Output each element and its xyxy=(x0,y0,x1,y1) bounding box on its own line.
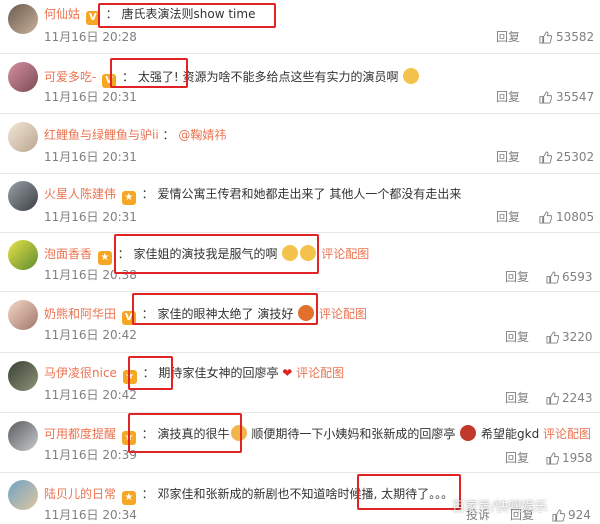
avatar[interactable] xyxy=(8,421,38,451)
fan-badge-icon: ★ xyxy=(97,251,112,265)
thumbs-up-icon[interactable] xyxy=(539,151,552,164)
thumbs-up-icon[interactable] xyxy=(546,452,559,465)
highlight-box xyxy=(128,413,242,453)
reply-button[interactable]: 回复 xyxy=(496,30,520,44)
comment-image-link[interactable]: 评论配图 xyxy=(319,307,367,321)
divider xyxy=(0,412,600,413)
divider xyxy=(0,352,600,353)
divider xyxy=(0,173,600,174)
like-count: 1958 xyxy=(562,451,593,465)
username[interactable]: 奶熊和阿华田 xyxy=(44,307,116,321)
like-count: 6593 xyxy=(562,270,593,284)
avatar[interactable] xyxy=(8,62,38,92)
thumbs-up-icon[interactable] xyxy=(539,211,552,224)
highlight-box xyxy=(132,293,318,325)
username[interactable]: 马伊凌很nice xyxy=(44,366,117,380)
reply-button[interactable]: 回复 xyxy=(505,270,529,284)
username[interactable]: 泡面香香 xyxy=(44,247,92,261)
comment-date: 11月16日 20:39 xyxy=(44,448,137,462)
highlight-box xyxy=(357,474,461,510)
comment-date: 11月16日 20:28 xyxy=(44,30,137,44)
comment-image-link[interactable]: 评论配图 xyxy=(543,427,591,441)
thumbs-up-icon[interactable] xyxy=(546,392,559,405)
avatar[interactable] xyxy=(8,4,38,34)
comment-date: 11月16日 20:42 xyxy=(44,388,137,402)
username[interactable]: 可用都度提醒 xyxy=(44,427,116,441)
like-count: 25302 xyxy=(556,150,595,164)
fan-badge-icon: ★ xyxy=(121,191,136,205)
username[interactable]: 何仙姑 xyxy=(44,7,80,21)
comment-image-link[interactable]: 评论配图 xyxy=(296,366,344,380)
like-count: 35547 xyxy=(556,90,595,104)
comment-date: 11月16日 20:42 xyxy=(44,328,137,342)
thumbs-up-icon[interactable] xyxy=(552,509,565,522)
comment-image-link[interactable]: 评论配图 xyxy=(321,247,369,261)
thumbs-up-icon[interactable] xyxy=(546,331,559,344)
comment-date: 11月16日 20:34 xyxy=(44,508,137,522)
comment-date: 11月16日 20:31 xyxy=(44,210,137,224)
username[interactable]: 火星人陈建伟 xyxy=(44,187,116,201)
comment-text: 家佳女神的回廖亭 xyxy=(182,366,279,380)
username[interactable]: 陆贝儿的日常 xyxy=(44,487,116,501)
highlight-box xyxy=(128,356,173,390)
reply-button[interactable]: 回复 xyxy=(505,330,529,344)
comment-date: 11月16日 20:31 xyxy=(44,150,137,164)
highlight-box xyxy=(110,58,188,88)
comment-text: 邓家佳和张新成的新剧也不知道啥时候播, xyxy=(157,487,378,501)
avatar[interactable] xyxy=(8,122,38,152)
like-count: 924 xyxy=(568,508,591,522)
reply-button[interactable]: 回复 xyxy=(496,150,520,164)
like-count: 10805 xyxy=(556,210,595,224)
divider xyxy=(0,53,600,54)
highlight-box xyxy=(114,234,319,274)
comment-text: 资源为啥不能多给点这些有实力的演员啊 xyxy=(182,70,399,84)
divider xyxy=(0,472,600,473)
like-count: 53582 xyxy=(556,30,595,44)
avatar[interactable] xyxy=(8,181,38,211)
heart-icon: ❤ xyxy=(282,366,293,380)
username[interactable]: 可爱多吃- xyxy=(44,70,96,84)
highlight-box xyxy=(98,3,276,28)
divider xyxy=(0,291,600,292)
comment-text: 爱情公寓王传君和她都走出来了 其他人一个都没有走出来 xyxy=(157,187,462,201)
fan-badge-icon: ★ xyxy=(121,491,136,505)
comment-text: 顺便期待一下小姨妈和张新成的回廖亭 xyxy=(251,427,456,441)
avatar[interactable] xyxy=(8,361,38,391)
avatar[interactable] xyxy=(8,480,38,510)
thumbs-up-icon[interactable] xyxy=(539,91,552,104)
reply-button[interactable]: 回复 xyxy=(505,451,529,465)
like-count: 3220 xyxy=(562,330,593,344)
like-count: 2243 xyxy=(562,391,593,405)
avatar[interactable] xyxy=(8,300,38,330)
divider xyxy=(0,232,600,233)
comment-date: 11月16日 20:31 xyxy=(44,90,137,104)
mention-link[interactable]: @鞠婧祎 xyxy=(178,128,226,142)
thumbs-up-icon[interactable] xyxy=(539,31,552,44)
thumbs-up-icon[interactable] xyxy=(546,271,559,284)
emoji-icon xyxy=(460,425,477,441)
reply-button[interactable]: 回复 xyxy=(496,90,520,104)
reply-button[interactable]: 回复 xyxy=(505,391,529,405)
crying-emoji-icon xyxy=(403,68,420,84)
username[interactable]: 红鲤鱼与绿鲤鱼与驴ii xyxy=(44,128,159,142)
reply-button[interactable]: 回复 xyxy=(496,210,520,224)
watermark: 百家号/快嘿娱乐 xyxy=(452,500,548,515)
comment-text-extra: 希望能gkd xyxy=(481,427,540,441)
divider xyxy=(0,113,600,114)
avatar[interactable] xyxy=(8,240,38,270)
